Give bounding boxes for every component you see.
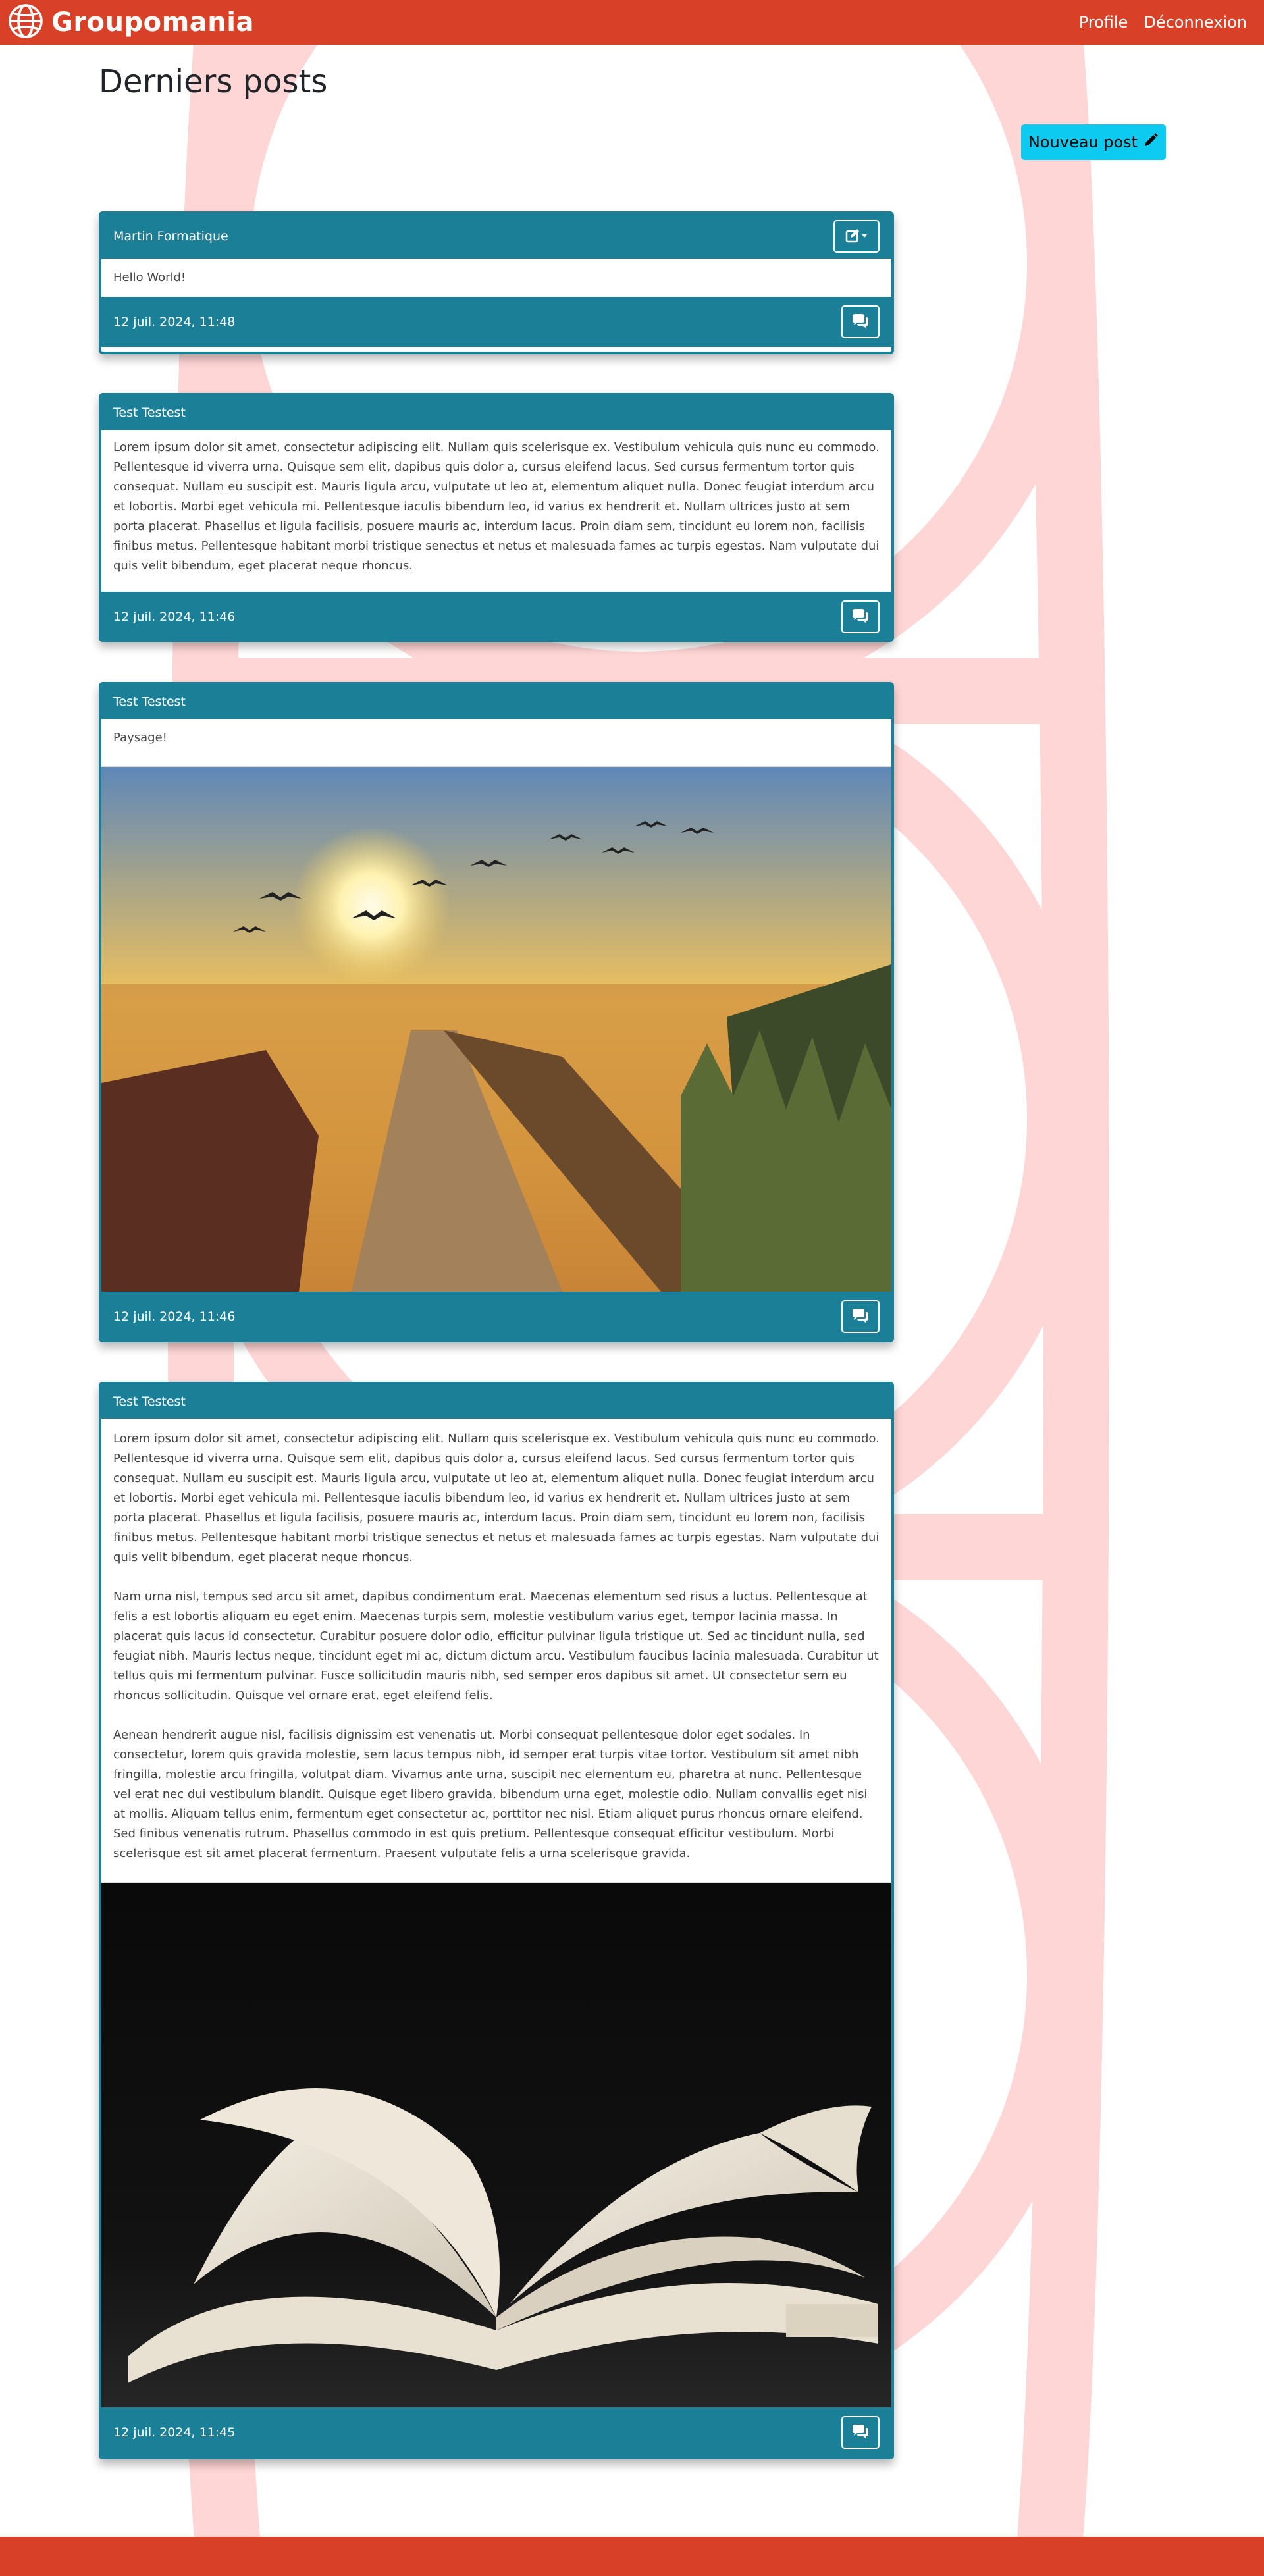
post-text-paragraph-2: Nam urna nisl, tempus sed arcu sit amet,… (113, 1590, 879, 1702)
comments-icon (851, 313, 870, 331)
post-card: Test Testest Lorem ipsum dolor sit amet,… (99, 1382, 894, 2459)
post-date: 12 juil. 2024, 11:46 (113, 610, 236, 624)
post-author: Martin Formatique (113, 229, 228, 244)
post-text-paragraph-1: Lorem ipsum dolor sit amet, consectetur … (113, 1432, 880, 1564)
comments-icon (851, 608, 870, 626)
post-author: Test Testest (113, 695, 186, 709)
post-text: Lorem ipsum dolor sit amet, consectetur … (113, 440, 880, 573)
post-text-paragraph-3: Aenean hendrerit augue nisl, facilisis d… (113, 1728, 868, 1860)
comments-icon (851, 2424, 870, 2442)
post-card: Martin Formatique Hello World! 12 juil. … (99, 211, 894, 354)
comments-button[interactable] (841, 305, 880, 338)
post-text: Hello World! (113, 271, 186, 284)
open-book-photo (101, 1882, 891, 2407)
brand-title: Groupomania (51, 7, 254, 38)
new-post-label: Nouveau post (1028, 133, 1138, 151)
post-edit-menu-button[interactable] (833, 220, 880, 253)
pencil-icon (1143, 132, 1159, 152)
comments-button[interactable] (841, 600, 880, 633)
sunset-pier-photo (101, 766, 891, 1292)
edit-icon (845, 228, 868, 246)
post-card: Test Testest Lorem ipsum dolor sit amet,… (99, 393, 894, 642)
post-text: Paysage! (113, 731, 167, 745)
post-date: 12 juil. 2024, 11:46 (113, 1309, 236, 1324)
post-author: Test Testest (113, 406, 186, 420)
nav-logout-link[interactable]: Déconnexion (1144, 13, 1247, 32)
brand[interactable]: Groupomania (8, 3, 254, 41)
post-author: Test Testest (113, 1394, 186, 1409)
comments-button[interactable] (841, 1300, 880, 1333)
comments-button[interactable] (841, 2416, 880, 2449)
post-date: 12 juil. 2024, 11:45 (113, 2425, 236, 2440)
nav-profile-link[interactable]: Profile (1079, 13, 1128, 32)
new-post-button[interactable]: Nouveau post (1021, 124, 1166, 160)
comments-icon (851, 1308, 870, 1326)
top-navbar: Groupomania Profile Déconnexion (0, 0, 1264, 45)
post-card: Test Testest Paysage! 12 juil. 2024, 11:… (99, 682, 894, 1342)
page-footer (0, 2537, 1264, 2576)
post-date: 12 juil. 2024, 11:48 (113, 315, 236, 329)
globe-icon (8, 3, 43, 41)
page-title: Derniers posts (99, 63, 328, 100)
